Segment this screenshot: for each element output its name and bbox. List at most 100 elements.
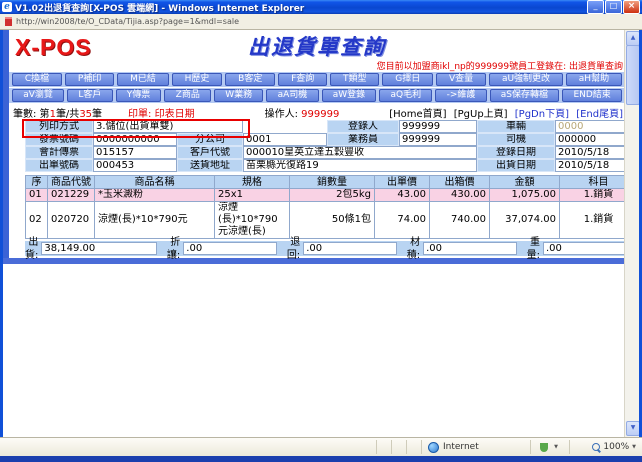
voucher-label: 會計傳票 [25,146,93,159]
vertical-scrollbar[interactable]: ▲ ▼ [624,30,639,437]
button-switch-file[interactable]: C換檔 [12,73,63,86]
driver-label: 司機 [477,133,555,146]
customer-code-label: 客戶代號 [177,146,243,159]
cell-unit-price: 74.00 [374,201,430,239]
button-query[interactable]: F查詢 [278,73,328,86]
globe-icon [428,441,439,453]
button-login[interactable]: aW登錄 [321,89,377,102]
col-name: 商品名稱 [94,175,215,189]
toolbar-row-2: aV瀏覽 L客戶 Y傳票 Z商品 W業務 aA司機 aW登錄 aQ毛利 ->維護… [9,88,625,103]
total-weight: 重量: .00 [517,236,637,262]
salesman-field[interactable]: 999999 [399,133,477,146]
button-profit[interactable]: aQ毛利 [379,89,433,102]
customer-code-field[interactable]: 000010皇英立達五穀豐收 [243,146,477,159]
page-title: 出退貨單查詢 [248,34,386,59]
zoom-level: 100% [603,442,630,452]
button-end[interactable]: END結束 [562,89,623,102]
col-seq: 序 [25,175,48,189]
total-weight-value: .00 [543,242,637,255]
button-check-qty[interactable]: V查量 [436,73,487,86]
minimize-button[interactable]: _ [587,0,604,14]
form-spacer [243,120,327,133]
branch-field[interactable]: 0001 [243,133,327,146]
order-no-field[interactable]: 000453 [93,159,177,172]
button-help[interactable]: aH幫助 [565,73,622,86]
phishing-filter[interactable]: ▼ [530,440,567,454]
items-header-row: 序 商品代號 商品名稱 規格 銷數量 出單價 出箱價 金額 科目 [25,175,638,189]
total-ship-value: 38,149.00 [41,242,158,255]
ie-icon: e [2,2,12,12]
registrant-field[interactable]: 999999 [399,120,477,133]
button-reprint[interactable]: P補印 [65,73,115,86]
close-button[interactable]: × [623,0,640,14]
button-product[interactable]: Z商品 [164,89,212,102]
salesman-label: 業務員 [327,133,399,146]
zoom-control[interactable]: 100% ▼ [569,440,640,454]
cell-qty: 2包5kg [289,188,375,202]
print-mode-label: 列印方式 [25,120,93,133]
status-panel [376,440,389,454]
cell-name: 涼煙(長)*10*790元 [94,201,215,239]
address-bar[interactable]: http://win2008/te/O_CData/Tijia.asp?page… [0,14,642,30]
button-browse[interactable]: aV瀏覽 [12,89,65,102]
nav-end[interactable]: [End尾頁] [576,109,623,120]
ship-date-label: 出貨日期 [477,159,555,172]
url-text[interactable]: http://win2008/te/O_CData/Tijia.asp?page… [16,17,239,26]
cell-box-price: 430.00 [429,188,490,202]
ship-address-field[interactable]: 苗栗縣光復路19 [243,159,477,172]
page-nav: [Home首頁] [PgUp上頁] [PgDn下頁] [End尾頁] [385,105,623,120]
login-notice: 您目前以加盟商ikl_np的999999號員工登錄在: 出退貨單查詢 [376,62,623,72]
invoice-no-label: 發票號碼 [25,133,93,146]
toolbar-row-1: C換檔 P補印 M已結 H歷史 B客定 F查詢 T類型 G擇日 V查量 aU強制… [9,72,625,87]
button-customer[interactable]: L客戶 [67,89,113,102]
status-panel [391,440,404,454]
button-driver[interactable]: aA司機 [266,89,319,102]
invoice-no-field[interactable]: 0000000000 [93,133,177,146]
window-title: V1.02出退貨查詢[X-POS 雲端網] - Windows Internet… [15,3,305,14]
cell-amount: 37,074.00 [489,201,560,239]
button-customer-set[interactable]: B客定 [225,73,276,86]
order-no-label: 出單號碼 [25,159,93,172]
button-save-export[interactable]: aS保存轉檔 [489,89,560,102]
nav-pgup[interactable]: [PgUp上頁] [454,109,508,120]
button-voucher[interactable]: Y傳票 [115,89,162,102]
status-panel [406,440,419,454]
operator-label: 操作人: 999999 [264,108,340,120]
nav-pgdn[interactable]: [PgDn下頁] [515,109,569,120]
scroll-up-button[interactable]: ▲ [626,31,639,46]
print-mode-field[interactable]: 3.儲位(出貨單雙) [93,120,243,133]
order-form: 列印方式 3.儲位(出貨單雙) 登錄人 999999 車輛 0000 發票號碼 … [22,119,637,172]
cell-code: 020720 [47,201,95,239]
caret-down-icon: ▼ [554,444,558,450]
total-discount-value: .00 [183,242,278,255]
scroll-down-button[interactable]: ▼ [626,421,639,436]
page-header: X-POS 出退貨單查詢 您目前以加盟商ikl_np的999999號員工登錄在:… [9,30,625,72]
nav-home[interactable]: [Home首頁] [389,109,446,120]
cell-code: 021229 [47,188,95,202]
cell-seq: 02 [25,201,48,239]
table-row[interactable]: 02 020720 涼煙(長)*10*790元 涼煙(長)*10*790元涼煙(… [25,201,638,239]
button-closed[interactable]: M已結 [117,73,169,86]
total-return-value: .00 [303,242,398,255]
record-counter: 筆數: 第1筆/共35筆 [13,108,103,120]
ship-address-label: 送貨地址 [177,159,243,172]
table-row[interactable]: 01 021229 *玉米澱粉 25x1 2包5kg 43.00 430.00 … [25,188,638,202]
cell-seq: 01 [25,188,48,202]
items-table: 序 商品代號 商品名稱 規格 銷數量 出單價 出箱價 金額 科目 01 0212 [25,175,638,239]
total-ship: 出貨: 38,149.00 [25,236,158,262]
totals-bar: 出貨: 38,149.00 折讓: .00 退回: .00 材積: .00 重量… [25,237,637,261]
button-type[interactable]: T類型 [330,73,380,86]
button-salesman[interactable]: W業務 [214,89,264,102]
button-force-change[interactable]: aU強制更改 [489,73,563,86]
button-maintain[interactable]: ->維護 [435,89,487,102]
caret-down-icon: ▼ [632,444,636,450]
total-volume-value: .00 [423,242,518,255]
page-icon [5,17,12,26]
button-history[interactable]: H歷史 [171,73,223,86]
title-bar: e V1.02出退貨查詢[X-POS 雲端網] - Windows Intern… [0,0,642,14]
cell-spec: 25x1 [214,188,290,202]
voucher-field[interactable]: 015157 [93,146,177,159]
scrollbar-thumb[interactable] [626,45,639,105]
button-pick-date[interactable]: G擇日 [382,73,434,86]
maximize-button[interactable]: □ [605,0,622,14]
